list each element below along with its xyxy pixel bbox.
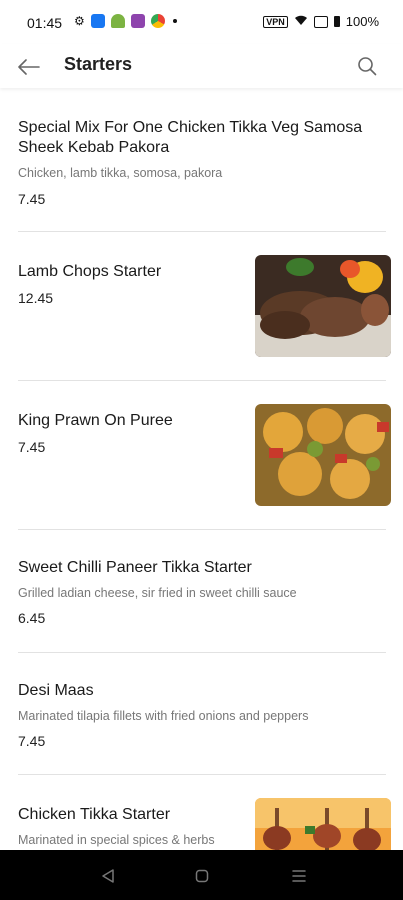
item-description: Marinated in special spices & herbs (18, 833, 215, 847)
item-description: Chicken, lamb tikka, somosa, pakora (18, 166, 223, 180)
menu-lines-icon (292, 870, 306, 882)
search-icon (358, 57, 377, 76)
android-icon (110, 14, 125, 28)
item-name: Sweet Chilli Paneer Tikka Starter (18, 559, 252, 576)
search-button[interactable] (353, 52, 381, 80)
item-description: Grilled ladian cheese, sir fried in swee… (18, 586, 297, 600)
status-bar: 01:45 ⚙ VPN 100% (0, 0, 403, 44)
item-price: 7.45 (18, 191, 46, 207)
signal-icon (313, 15, 328, 28)
nav-home-button[interactable] (192, 866, 212, 886)
app-icon (130, 14, 145, 28)
item-name: Desi Maas (18, 682, 94, 699)
item-name: King Prawn On Puree (18, 412, 173, 429)
item-name: Special Mix For One Chicken Tikka Veg Sa… (18, 119, 363, 156)
item-price: 7.45 (18, 439, 46, 455)
item-price: 12.45 (18, 290, 54, 306)
messenger-icon (90, 14, 105, 28)
back-button[interactable] (14, 52, 44, 82)
nav-back-button[interactable] (98, 866, 118, 886)
system-icons: VPN 100% (263, 14, 379, 29)
arrow-left-icon (18, 59, 40, 75)
item-price: 7.45 (18, 733, 46, 749)
battery-icon (333, 16, 340, 27)
battery-percent: 100% (345, 14, 379, 29)
notification-icons: ⚙ (74, 14, 177, 28)
chrome-icon (150, 14, 165, 28)
item-name: Lamb Chops Starter (18, 263, 162, 280)
menu-item[interactable]: Lamb Chops Starter 12.45 (0, 232, 403, 380)
square-home-icon (195, 869, 209, 883)
menu-item[interactable]: Desi Maas Marinated tilapia fillets with… (0, 653, 403, 775)
item-name: Chicken Tikka Starter (18, 806, 171, 823)
item-image (255, 255, 391, 357)
app-bar: Starters (0, 44, 403, 88)
menu-item[interactable]: Sweet Chilli Paneer Tikka Starter Grille… (0, 530, 403, 652)
triangle-back-icon (102, 869, 114, 883)
nav-recents-button[interactable] (289, 866, 309, 886)
vpn-icon: VPN (263, 15, 288, 28)
system-nav-bar (0, 850, 403, 900)
item-description: Marinated tilapia fillets with fried oni… (18, 709, 309, 723)
gear-icon: ⚙ (74, 14, 85, 28)
menu-item[interactable]: King Prawn On Puree 7.45 (0, 381, 403, 529)
page-title: Starters (64, 54, 133, 74)
menu-list: Special Mix For One Chicken Tikka Veg Sa… (0, 88, 403, 850)
more-notifications-icon (172, 19, 177, 23)
menu-item[interactable]: Special Mix For One Chicken Tikka Veg Sa… (0, 88, 403, 232)
item-price: 6.45 (18, 610, 46, 626)
status-time: 01:45 (27, 15, 63, 31)
menu-item[interactable]: Chicken Tikka Starter Marinated in speci… (0, 775, 403, 850)
item-image (255, 404, 391, 506)
wifi-icon (294, 14, 308, 29)
item-image (255, 798, 391, 850)
